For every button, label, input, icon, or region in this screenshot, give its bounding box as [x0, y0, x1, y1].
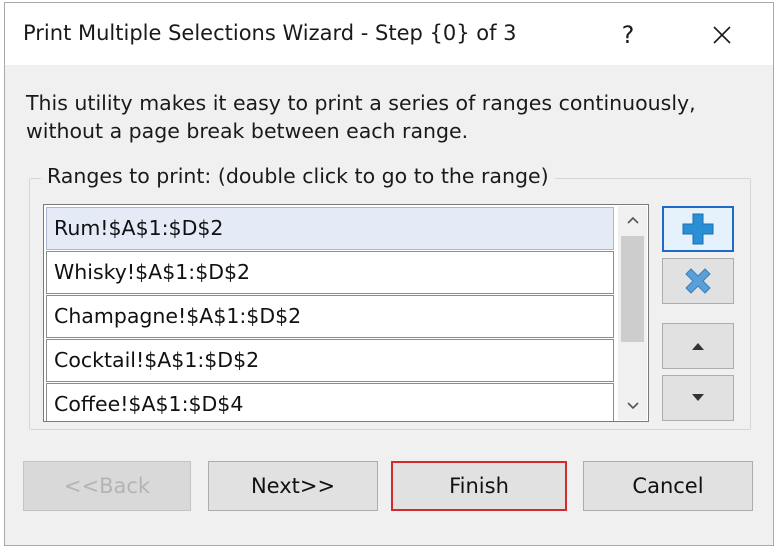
ranges-group-label: Ranges to print: (double click to go to …: [41, 164, 555, 188]
list-scrollbar[interactable]: [618, 206, 647, 420]
x-icon: [685, 268, 711, 294]
move-down-button[interactable]: [662, 375, 734, 421]
delete-range-button[interactable]: [662, 258, 734, 304]
list-item[interactable]: Champagne!$A$1:$D$2: [46, 295, 614, 338]
close-icon: [713, 26, 731, 44]
chevron-down-icon: [626, 402, 639, 410]
add-range-button[interactable]: [662, 206, 734, 252]
triangle-up-icon: [692, 343, 704, 350]
title-bar: Print Multiple Selections Wizard - Step …: [5, 3, 773, 65]
help-button[interactable]: ?: [605, 13, 651, 57]
description-line-2: without a page break between each range.: [26, 119, 469, 143]
list-item[interactable]: Coffee!$A$1:$D$4: [46, 383, 614, 421]
wizard-dialog: Print Multiple Selections Wizard - Step …: [4, 2, 774, 546]
scroll-thumb[interactable]: [621, 236, 644, 342]
list-item[interactable]: Rum!$A$1:$D$2: [46, 207, 614, 250]
plus-icon: [682, 213, 714, 245]
triangle-down-icon: [692, 394, 704, 401]
chevron-up-icon: [626, 216, 639, 224]
list-item[interactable]: Whisky!$A$1:$D$2: [46, 251, 614, 294]
ranges-list[interactable]: Rum!$A$1:$D$2 Whisky!$A$1:$D$2 Champagne…: [43, 204, 649, 422]
move-up-button[interactable]: [662, 323, 734, 369]
cancel-button[interactable]: Cancel: [583, 461, 753, 511]
scroll-up-button[interactable]: [618, 206, 647, 234]
next-button[interactable]: Next>>: [208, 461, 378, 511]
description-line-1: This utility makes it easy to print a se…: [26, 91, 696, 115]
close-button[interactable]: [699, 13, 745, 57]
scroll-down-button[interactable]: [618, 392, 647, 420]
description: This utility makes it easy to print a se…: [26, 89, 756, 145]
finish-button[interactable]: Finish: [391, 461, 567, 511]
window-title: Print Multiple Selections Wizard - Step …: [23, 21, 517, 45]
list-item[interactable]: Cocktail!$A$1:$D$2: [46, 339, 614, 382]
back-button[interactable]: <<Back: [23, 461, 191, 511]
